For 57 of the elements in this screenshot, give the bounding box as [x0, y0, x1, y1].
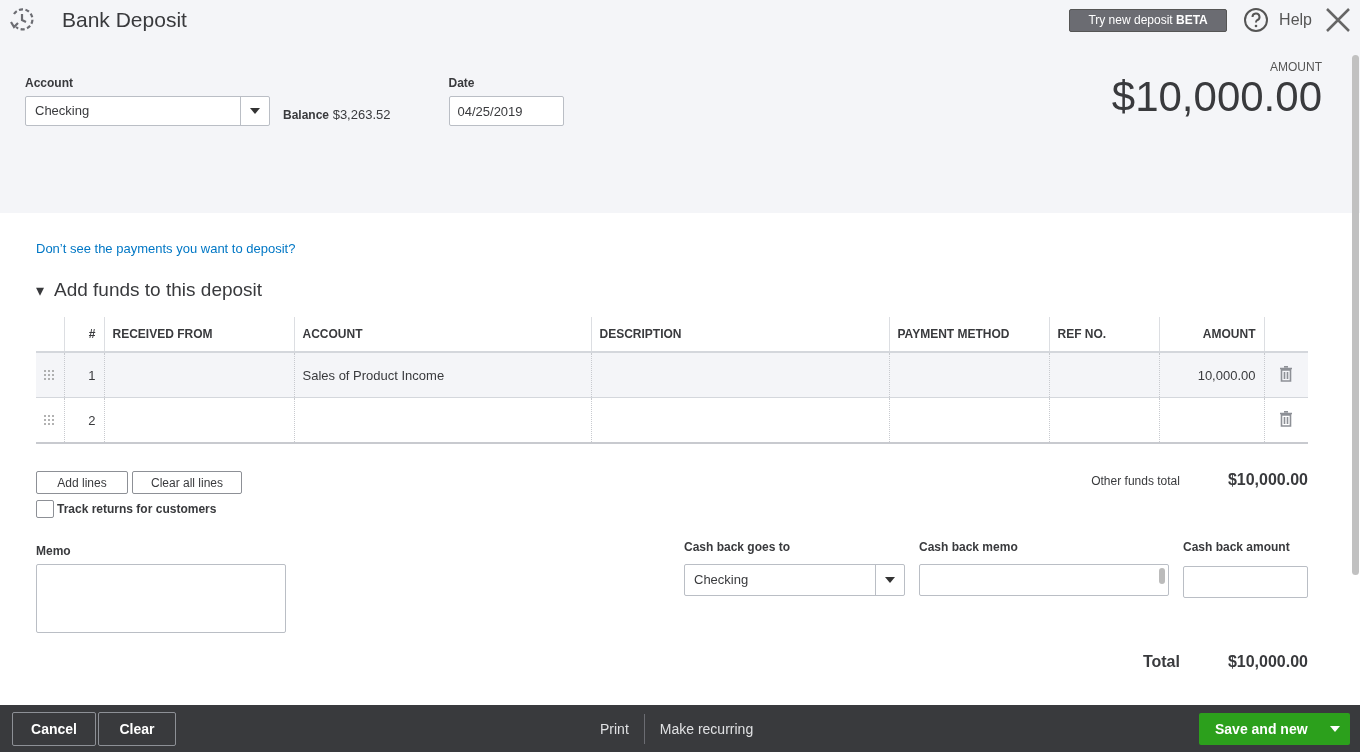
section-title: Add funds to this deposit — [54, 279, 263, 301]
other-funds-total-label: Other funds total — [1091, 474, 1180, 488]
column-header: AMOUNT — [1202, 327, 1256, 341]
account-label: Account — [25, 76, 74, 90]
footer-link[interactable]: Make recurring — [659, 720, 769, 737]
column-header: # — [88, 327, 96, 341]
line-number: 1 — [88, 367, 96, 383]
footer-button[interactable]: Clear — [98, 711, 176, 746]
date-field[interactable]: 04/25/2019 — [448, 96, 564, 126]
footer-link[interactable]: Print — [600, 720, 644, 737]
line-action-button[interactable]: Clear all lines — [132, 471, 243, 494]
drag-handle-icon[interactable] — [44, 414, 54, 425]
balance-label: Balance — [283, 107, 330, 122]
cash-back-amount-field[interactable] — [1183, 566, 1308, 598]
balance-value: $3,263.52 — [332, 106, 391, 122]
drag-handle-icon[interactable] — [44, 369, 54, 380]
total-value: $10,000.00 — [1227, 653, 1308, 671]
payments-link[interactable]: Don’t see the payments you want to deposit? — [36, 241, 296, 256]
cash-back-memo-field[interactable] — [919, 564, 1169, 596]
close-icon[interactable] — [1326, 8, 1350, 32]
try-new-deposit-button[interactable]: Try new deposit BETA — [1069, 8, 1228, 32]
total-label: Total — [1142, 653, 1180, 671]
trash-icon[interactable] — [1280, 410, 1293, 427]
memo-field[interactable] — [36, 564, 286, 633]
footer-button[interactable]: Cancel — [12, 711, 96, 746]
checkbox-label: Track returns for customers — [57, 502, 217, 516]
help-link[interactable]: Help — [1279, 11, 1312, 29]
table-cell: Sales of Product Income — [302, 367, 445, 383]
column-header: PAYMENT METHOD — [897, 327, 1010, 341]
column-header: RECEIVED FROM — [112, 327, 213, 341]
cash-back-goes-to-label: Cash back goes to — [684, 540, 792, 554]
scrollbar-thumb[interactable] — [1352, 55, 1359, 575]
trash-icon[interactable] — [1280, 365, 1293, 382]
cash-back-memo-label: Cash back memo — [919, 540, 1019, 554]
amount-value: $10,000.00 — [1111, 74, 1322, 121]
collapse-toggle[interactable]: ▾ — [36, 280, 44, 300]
table-row[interactable]: 2 — [36, 397, 1308, 443]
table-cell: 10,000.00 — [1197, 367, 1256, 383]
other-funds-total-value: $10,000.00 — [1227, 471, 1308, 489]
caret-icon — [250, 108, 260, 114]
cash-back-account-dropdown[interactable]: Checking — [684, 564, 905, 596]
table-row[interactable]: 1 Sales of Product Income 10,000.00 — [36, 352, 1308, 398]
account-dropdown[interactable]: Checking — [25, 96, 270, 126]
memo-label: Memo — [36, 544, 72, 558]
help-icon[interactable] — [1243, 7, 1270, 33]
column-header: REF NO. — [1057, 327, 1107, 341]
line-action-button[interactable]: Add lines — [36, 471, 128, 494]
line-number: 2 — [88, 412, 96, 428]
checkbox[interactable] — [36, 500, 54, 518]
cash-back-amount-label: Cash back amount — [1183, 540, 1291, 554]
amount-label: AMOUNT — [1270, 60, 1322, 74]
column-header: DESCRIPTION — [599, 327, 682, 341]
column-header: ACCOUNT — [302, 327, 363, 341]
caret-icon — [885, 577, 895, 583]
date-label: Date — [448, 76, 476, 90]
caret-icon — [1330, 725, 1340, 732]
window-title: Bank Deposit — [62, 8, 187, 32]
